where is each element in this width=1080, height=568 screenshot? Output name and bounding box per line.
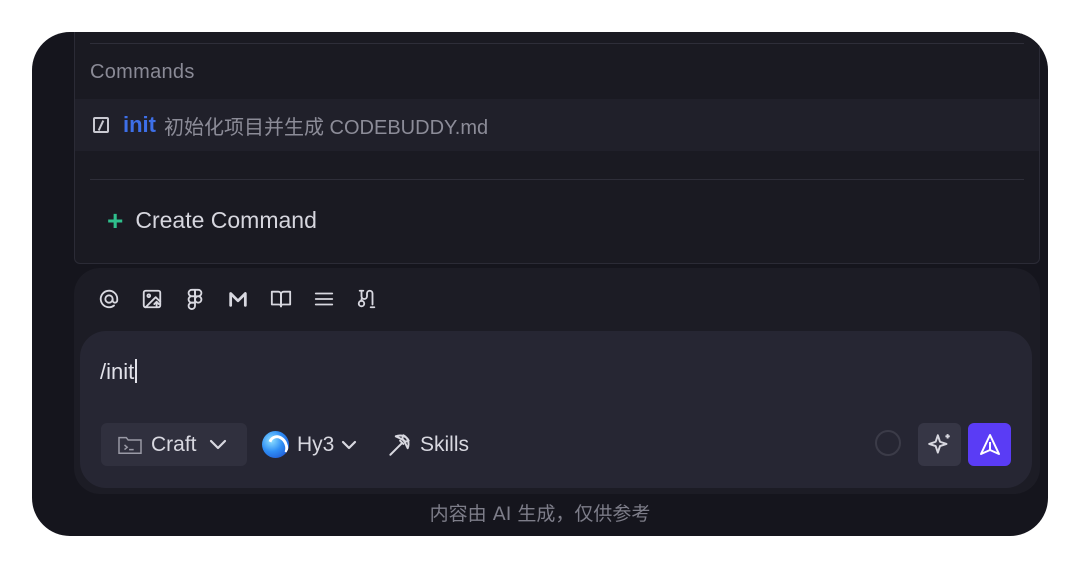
message-input[interactable]: /init [100, 359, 137, 385]
chevron-down-icon [209, 439, 227, 451]
app-window: Commands init 初始化项目并生成 CODEBUDDY.md + Cr… [32, 32, 1048, 536]
divider [90, 179, 1024, 180]
list-icon[interactable] [311, 286, 336, 311]
context-usage-indicator [875, 430, 901, 456]
send-button[interactable] [968, 423, 1011, 466]
send-arrow-icon [978, 433, 1002, 457]
mode-label: Craft [151, 432, 197, 456]
skills-button[interactable]: Skills [386, 423, 469, 466]
plus-icon: + [107, 204, 124, 236]
enhance-prompt-button[interactable] [918, 423, 961, 466]
hy-model-logo [262, 431, 289, 458]
input-value: /init [100, 359, 135, 384]
composer: /init Craft Hy3 Skills [74, 268, 1040, 494]
section-title: Commands [90, 61, 195, 83]
composer-toolbar [96, 286, 379, 311]
ai-disclaimer: 内容由 AI 生成，仅供参考 [429, 503, 651, 525]
model-label: Hy3 [297, 432, 335, 456]
figma-icon[interactable] [182, 286, 207, 311]
input-controls: Craft Hy3 Skills [101, 423, 1011, 467]
workflow-icon[interactable] [354, 286, 379, 311]
model-selector[interactable]: Hy3 [262, 423, 358, 466]
create-command-label: Create Command [135, 207, 317, 233]
m-logo-icon[interactable] [225, 286, 250, 311]
sparkles-icon [927, 432, 953, 458]
skills-label: Skills [420, 432, 470, 456]
command-item-init[interactable]: init 初始化项目并生成 CODEBUDDY.md [75, 99, 1039, 151]
divider [90, 43, 1024, 44]
slash-square-icon [93, 117, 109, 133]
pickaxe-icon [386, 432, 412, 458]
mode-selector[interactable]: Craft [101, 423, 247, 466]
chevron-down-icon [340, 439, 358, 451]
command-popup: Commands init 初始化项目并生成 CODEBUDDY.md + Cr… [74, 32, 1040, 264]
at-mention-icon[interactable] [96, 286, 121, 311]
command-name: init [123, 112, 156, 137]
text-caret [135, 359, 137, 383]
image-upload-icon[interactable] [139, 286, 164, 311]
terminal-folder-icon [117, 434, 143, 456]
command-description: 初始化项目并生成 CODEBUDDY.md [164, 116, 489, 139]
book-icon[interactable] [268, 286, 293, 311]
message-input-area[interactable]: /init Craft Hy3 Skills [80, 331, 1032, 488]
create-command-button[interactable]: + Create Command [107, 204, 317, 236]
